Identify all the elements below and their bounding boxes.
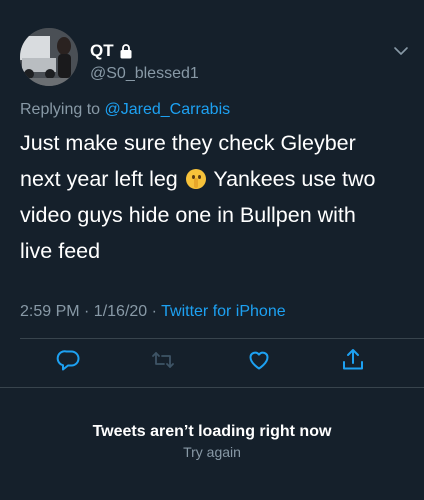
- tweet-text: Just make sure they check Gleyber next y…: [20, 125, 412, 269]
- avatar[interactable]: [20, 28, 78, 86]
- source-link[interactable]: Twitter for iPhone: [161, 303, 286, 320]
- heart-icon[interactable]: [246, 347, 272, 373]
- tweet-text-fragment: next year left leg: [20, 167, 184, 191]
- handle[interactable]: @S0_blessed1: [90, 65, 199, 83]
- tweet-detail: QT @S0_blessed1 Replying to @Jared_Carra…: [0, 0, 424, 500]
- reply-icon[interactable]: [56, 347, 82, 373]
- tweet-header: QT @S0_blessed1: [20, 28, 410, 92]
- retweet-icon: [150, 347, 176, 373]
- reply-mention-link[interactable]: @Jared_Carrabis: [105, 101, 231, 118]
- chevron-down-icon[interactable]: [392, 42, 410, 60]
- tweet-text-fragment: Yankees use two: [207, 167, 376, 191]
- try-again-link[interactable]: Try again: [0, 444, 424, 460]
- display-name[interactable]: QT: [90, 41, 114, 61]
- divider: [20, 338, 424, 339]
- timestamp[interactable]: 2:59 PM · 1/16/20 ·: [20, 303, 161, 320]
- tweet-text-line: live feed: [20, 239, 101, 263]
- replying-to-label: Replying to: [20, 101, 105, 118]
- tweet-meta: 2:59 PM · 1/16/20 · Twitter for iPhone: [20, 303, 286, 321]
- shushing-face-emoji: [185, 169, 206, 189]
- replying-to: Replying to @Jared_Carrabis: [20, 101, 230, 119]
- tweet-text-line: Just make sure they check Gleyber: [20, 131, 356, 155]
- lock-icon: [120, 43, 132, 59]
- name-row: QT: [90, 41, 132, 61]
- share-icon[interactable]: [340, 347, 366, 373]
- tweet-text-line: video guys hide one in Bullpen with: [20, 203, 356, 227]
- tweet-text-line: next year left leg Yankees use two: [20, 161, 412, 197]
- action-bar: [0, 347, 424, 377]
- divider: [0, 387, 424, 388]
- error-title: Tweets aren’t loading right now: [92, 423, 332, 440]
